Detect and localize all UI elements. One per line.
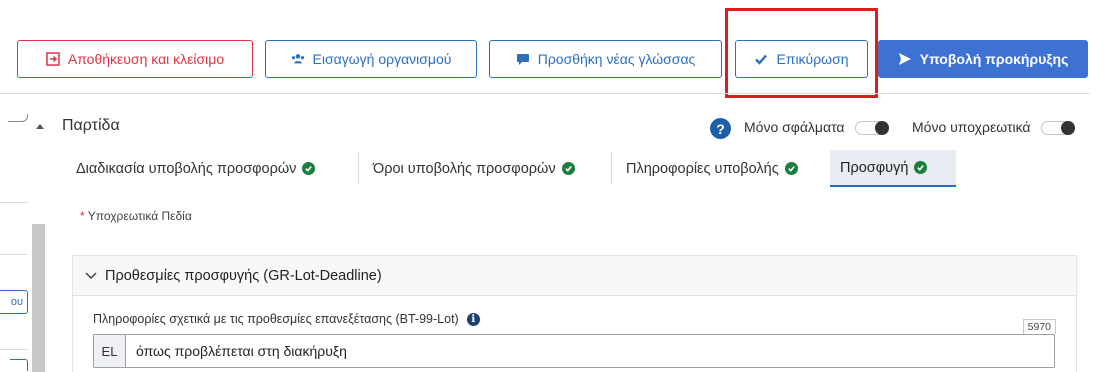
section-title: Παρτίδα — [62, 117, 120, 134]
review-deadline-input[interactable]: όπως προβλέπεται στη διακήρυξη — [126, 335, 1054, 367]
send-icon — [898, 52, 912, 66]
sidebar-button-stub-2[interactable] — [10, 359, 28, 371]
sidebar-button-stub-label: ου — [10, 296, 23, 308]
add-language-button[interactable]: Προσθήκη νέας γλώσσας — [489, 40, 722, 78]
info-icon[interactable]: i — [466, 312, 480, 326]
tree-connector — [8, 114, 28, 122]
char-counter: 5970 — [1022, 319, 1056, 334]
required-fields-text: Υποχρεωτικά Πεδία — [87, 209, 192, 223]
tab-separator — [611, 152, 612, 184]
collapse-up-icon[interactable] — [36, 124, 44, 129]
required-star: * — [80, 209, 85, 223]
tab-label: Πληροφορίες υποβολής — [626, 160, 779, 177]
tab-separator — [358, 152, 359, 184]
validate-label: Επικύρωση — [776, 51, 849, 67]
tab-bid-submission-procedure[interactable]: Διαδικασία υποβολής προσφορών — [70, 150, 321, 187]
card-header[interactable]: Προθεσμίες προσφυγής (GR-Lot-Deadline) — [73, 256, 1076, 296]
tab-label: Όροι υποβολής προσφορών — [373, 160, 556, 177]
tab-label: Προσφυγή — [840, 159, 909, 176]
add-language-label: Προσθήκη νέας γλώσσας — [537, 51, 696, 67]
tab-appeal[interactable]: Προσφυγή — [830, 150, 956, 187]
validate-button[interactable]: Επικύρωση — [735, 40, 868, 78]
tab-label: Διαδικασία υποβολής προσφορών — [76, 160, 297, 177]
left-sidebar-panel: ου — [0, 94, 45, 372]
check-circle-icon — [784, 162, 798, 175]
appeal-deadlines-card: Προθεσμίες προσφυγής (GR-Lot-Deadline) Π… — [72, 255, 1077, 372]
language-tag: EL — [94, 335, 126, 367]
check-icon — [754, 52, 768, 66]
review-deadline-field[interactable]: EL όπως προβλέπεται στη διακήρυξη — [93, 334, 1055, 368]
required-fields-note: * Υποχρεωτικά Πεδία — [80, 209, 192, 223]
save-and-close-button[interactable]: Αποθήκευση και κλείσιμο — [17, 40, 253, 78]
sidebar-divider — [0, 349, 28, 350]
errors-only-toggle[interactable] — [855, 121, 889, 135]
sidebar-divider — [0, 202, 28, 203]
import-organization-label: Εισαγωγή οργανισμού — [312, 51, 452, 67]
field-label-text: Πληροφορίες σχετικά με τις προθεσμίες επ… — [93, 312, 459, 326]
sidebar-divider — [0, 254, 28, 255]
tab-submission-information[interactable]: Πληροφορίες υποβολής — [620, 150, 804, 187]
sidebar-button-stub[interactable]: ου — [0, 290, 28, 314]
help-icon[interactable]: ? — [710, 118, 731, 139]
sign-out-icon — [46, 52, 60, 66]
comment-icon — [516, 52, 530, 66]
import-organization-button[interactable]: Εισαγωγή οργανισμού — [265, 40, 477, 78]
check-circle-icon — [561, 162, 575, 175]
toolbar-divider — [0, 93, 1090, 94]
field-label: Πληροφορίες σχετικά με τις προθεσμίες επ… — [93, 312, 480, 326]
required-only-label: Μόνο υποχρεωτικά — [912, 119, 1031, 135]
users-icon — [291, 52, 305, 66]
required-only-toggle[interactable] — [1041, 121, 1075, 135]
scrollbar[interactable] — [32, 224, 45, 372]
save-and-close-label: Αποθήκευση και κλείσιμο — [67, 51, 225, 67]
submit-notice-button[interactable]: Υποβολή προκήρυξης — [878, 40, 1088, 78]
submit-notice-label: Υποβολή προκήρυξης — [919, 51, 1069, 67]
check-circle-icon — [914, 161, 928, 174]
tab-bid-submission-terms[interactable]: Όροι υποβολής προσφορών — [367, 150, 581, 187]
check-circle-icon — [302, 162, 316, 175]
toolbar: Αποθήκευση και κλείσιμο Εισαγωγή οργανισ… — [0, 0, 1105, 98]
chevron-down-icon — [85, 268, 97, 284]
errors-only-label: Μόνο σφάλματα — [744, 119, 845, 135]
card-title: Προθεσμίες προσφυγής (GR-Lot-Deadline) — [105, 267, 382, 284]
